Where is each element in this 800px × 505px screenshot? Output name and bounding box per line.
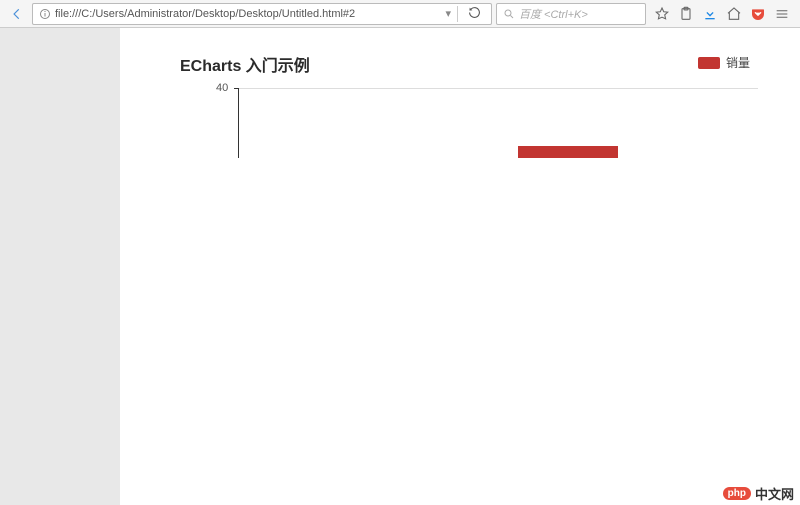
y-tick-label: 40	[216, 82, 228, 94]
download-icon	[702, 6, 718, 22]
chart-bar[interactable]	[518, 146, 618, 158]
downloads-button[interactable]	[702, 6, 718, 22]
url-text: file:///C:/Users/Administrator/Desktop/D…	[55, 8, 441, 20]
library-button[interactable]	[678, 6, 694, 22]
footer-logo[interactable]: php 中文网	[723, 484, 794, 503]
pocket-button[interactable]	[750, 6, 766, 22]
chart-container: ECharts 入门示例 销量 40	[120, 28, 800, 48]
chart-title: ECharts 入门示例	[180, 52, 310, 76]
pocket-icon	[750, 6, 766, 22]
chart-legend[interactable]: 销量	[698, 54, 750, 71]
refresh-button[interactable]	[464, 6, 485, 22]
clipboard-icon	[678, 6, 694, 22]
dropdown-icon[interactable]: ▾	[445, 7, 451, 20]
search-icon	[503, 8, 515, 20]
arrow-left-icon	[10, 7, 24, 21]
logo-text: 中文网	[755, 484, 794, 503]
home-button[interactable]	[726, 6, 742, 22]
url-bar[interactable]: file:///C:/Users/Administrator/Desktop/D…	[32, 3, 492, 25]
info-icon	[39, 8, 51, 20]
legend-label: 销量	[726, 54, 750, 71]
search-bar[interactable]: 百度 <Ctrl+K>	[496, 3, 646, 25]
page-content: ECharts 入门示例 销量 40	[120, 28, 800, 505]
grid-line	[238, 88, 758, 89]
y-tick-mark	[234, 88, 238, 89]
back-button[interactable]	[6, 3, 28, 25]
toolbar-right	[650, 6, 794, 22]
divider	[457, 6, 458, 22]
menu-icon	[774, 6, 790, 22]
menu-button[interactable]	[774, 6, 790, 22]
viewport: ECharts 入门示例 销量 40 php 中文网	[0, 28, 800, 505]
y-axis	[238, 88, 239, 158]
legend-swatch	[698, 57, 720, 69]
browser-toolbar: file:///C:/Users/Administrator/Desktop/D…	[0, 0, 800, 28]
bookmark-button[interactable]	[654, 6, 670, 22]
home-icon	[726, 6, 742, 22]
chart-plot: 40	[238, 88, 758, 328]
star-icon	[654, 6, 670, 22]
logo-badge: php	[723, 487, 751, 500]
search-placeholder: 百度 <Ctrl+K>	[519, 6, 588, 22]
refresh-icon	[468, 6, 481, 19]
